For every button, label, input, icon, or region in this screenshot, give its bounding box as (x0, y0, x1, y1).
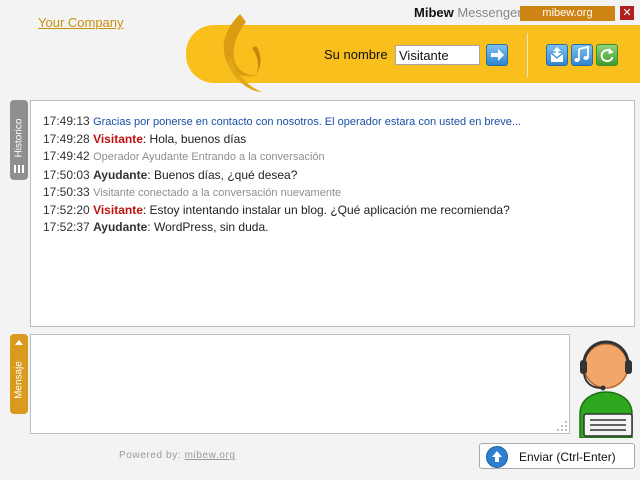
message-tab[interactable]: Mensaje (10, 334, 28, 414)
list-icon (14, 165, 24, 173)
company-link[interactable]: Your Company (38, 15, 124, 30)
chat-message: 17:49:28 Visitante: Hola, buenos días (43, 131, 634, 148)
message-time: 17:49:28 (43, 132, 90, 147)
send-button-label: Enviar (Ctrl-Enter) (519, 450, 616, 464)
message-text: : WordPress, sin duda. (147, 220, 269, 235)
chat-message: 17:49:13 Gracias por ponerse en contacto… (43, 113, 634, 131)
message-time: 17:50:03 (43, 167, 90, 182)
message-author: Visitante (93, 132, 143, 147)
chat-message: 17:49:42 Operador Ayudante Entrando a la… (43, 148, 634, 166)
message-input[interactable] (30, 334, 570, 434)
mail-history-button[interactable] (546, 44, 568, 66)
message-time: 17:49:13 (43, 114, 90, 128)
message-text: : Hola, buenos días (142, 132, 247, 147)
submit-name-button[interactable] (486, 44, 508, 66)
powered-by-link[interactable]: mibew.org (185, 450, 236, 461)
history-tab[interactable]: Historico (10, 100, 28, 180)
message-time: 17:50:33 (43, 184, 90, 199)
chat-message: 17:50:03 Ayudante: Buenos días, ¿qué des… (43, 167, 634, 184)
site-badge-link[interactable]: mibew.org (520, 6, 615, 21)
resize-grip-icon[interactable] (556, 420, 568, 432)
message-tab-label: Mensaje (13, 361, 25, 399)
close-icon[interactable]: ✕ (620, 6, 634, 20)
arrow-up-icon (486, 446, 508, 468)
message-text: Visitante conectado a la conversación nu… (93, 186, 342, 199)
operator-avatar (579, 340, 633, 438)
mail-history-icon (550, 47, 564, 62)
powered-by: Powered by: mibew.org (119, 450, 236, 461)
message-time: 17:52:37 (43, 220, 90, 235)
message-time: 17:52:20 (43, 203, 90, 218)
message-author: Ayudante (93, 167, 148, 182)
send-button[interactable]: Enviar (Ctrl-Enter) (479, 443, 635, 469)
brand-name-bold: Mibew (414, 5, 454, 20)
chat-message: 17:50:33 Visitante conectado a la conver… (43, 184, 634, 202)
chat-message: 17:52:20 Visitante: Estoy intentando ins… (43, 202, 634, 219)
arrow-right-icon (491, 49, 504, 61)
brand-name-light: Messenger (457, 5, 522, 20)
refresh-button[interactable] (596, 44, 618, 66)
message-author: Ayudante (93, 220, 148, 235)
sound-toggle-button[interactable] (571, 44, 593, 66)
name-input[interactable] (395, 45, 480, 65)
message-text: : Estoy intentando instalar un blog. ¿Qu… (142, 203, 510, 218)
chat-log: 17:49:13 Gracias por ponerse en contacto… (30, 100, 635, 327)
sound-icon (574, 45, 589, 62)
history-tab-label: Historico (13, 118, 25, 158)
app-title: Mibew Messenger (414, 5, 522, 20)
name-label: Su nombre (324, 47, 388, 62)
triangle-up-icon (15, 340, 23, 345)
refresh-icon (600, 48, 614, 63)
header-divider (527, 33, 528, 77)
message-text: Gracias por ponerse en contacto con noso… (93, 116, 522, 128)
message-text: : Buenos días, ¿qué desea? (147, 167, 298, 182)
message-author: Visitante (93, 203, 143, 218)
powered-by-label: Powered by: (119, 450, 182, 461)
mibew-logo (223, 14, 262, 92)
message-time: 17:49:42 (43, 149, 90, 164)
chat-message: 17:52:37 Ayudante: WordPress, sin duda. (43, 219, 634, 236)
message-text: Operador Ayudante Entrando a la conversa… (93, 151, 325, 164)
